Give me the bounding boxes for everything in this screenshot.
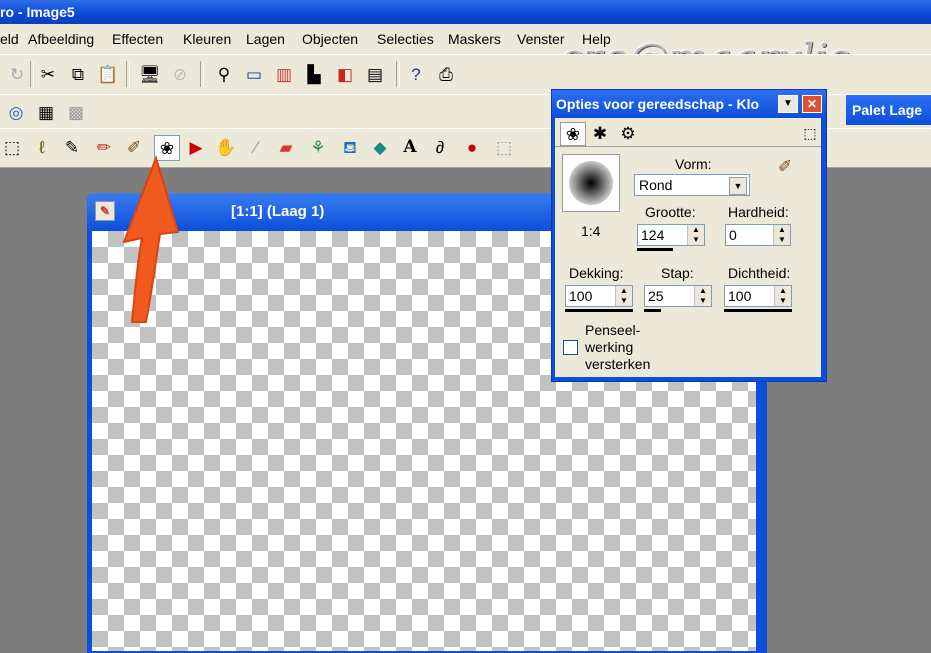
printer-icon[interactable]: ⎙ [434,62,458,86]
layers-icon[interactable]: ◧ [333,62,357,86]
stap-label: Stap: [661,265,694,281]
dekking-spinner[interactable]: ▲ ▼ [615,286,632,306]
dichtheid-slider[interactable] [724,309,792,312]
image-window-title: [1:1] (Laag 1) [231,203,325,220]
tab-sparkle-icon[interactable]: ✱ [588,122,612,144]
menu-beeld[interactable]: eld [0,31,19,47]
ruler-icon[interactable]: ▭ [242,62,266,86]
redo-icon[interactable]: ↻ [5,62,29,86]
penseel-label-line3: versterken [585,356,651,372]
tab-divider [555,146,821,147]
tool-options-dialog: Opties voor gereedschap - Klo ▼ ✕ ❀ ✱ ⚙ … [551,89,827,382]
dichtheid-value: 100 [728,288,752,304]
tab-settings-icon[interactable]: ⚙ [616,122,640,144]
dekking-label: Dekking: [569,265,624,281]
help-pointer-icon[interactable]: ? [404,62,428,86]
lasso-icon[interactable]: ℓ [30,135,54,159]
grootte-value: 124 [641,227,665,243]
chevron-down-icon[interactable]: ▼ [729,177,747,195]
menu-lagen[interactable]: Lagen [246,31,285,47]
tool-options-title: Opties voor gereedschap - Klo [556,96,760,112]
cut-icon[interactable]: ✂ [36,62,60,86]
deform-icon[interactable]: ⬚ [492,135,516,159]
stap-field[interactable]: 25 ▲ ▼ [644,285,712,307]
grootte-field[interactable]: 124 ▲ ▼ [637,224,705,246]
brush-variants-icon[interactable]: ✐ [773,154,797,178]
histogram-icon[interactable]: ▥ [272,62,296,86]
dichtheid-spinner[interactable]: ▲ ▼ [774,286,791,306]
selection-rect-icon[interactable]: ⬚ [0,135,24,159]
grootte-label: Grootte: [645,204,696,220]
vorm-dropdown[interactable]: Rond ▼ [634,174,750,196]
text-icon[interactable]: A [398,135,422,159]
pen-icon[interactable]: ✎ [60,135,84,159]
retouch-icon[interactable]: ✋ [214,135,238,159]
penseel-checkbox[interactable] [563,340,578,355]
hardheid-spinner[interactable]: ▲ ▼ [773,225,790,245]
dekking-value: 100 [569,288,593,304]
tool-options-title-bar[interactable]: Opties voor gereedschap - Klo ▼ ✕ [552,90,826,118]
menu-venster[interactable]: Venster [517,31,564,47]
toolbar-separator [200,61,204,87]
scratch-icon[interactable]: ⁄ [244,135,268,159]
menu-selecties[interactable]: Selecties [377,31,434,47]
menu-afbeelding[interactable]: Afbeelding [28,31,94,47]
app-title-bar[interactable]: ro - Image5 [0,0,931,24]
app-title: ro - Image5 [0,4,75,20]
stap-value: 25 [648,288,664,304]
grid-icon[interactable]: ▩ [64,100,88,124]
toolbar-separator [396,61,400,87]
globe-icon[interactable]: ◎ [4,100,28,124]
penseel-label-line1: Penseel- [585,322,641,338]
hardheid-field[interactable]: 0 ▲ ▼ [725,224,791,246]
menu-objecten[interactable]: Objecten [302,31,358,47]
preset-shapes-icon[interactable]: ● [460,135,484,159]
menu-maskers[interactable]: Maskers [448,31,501,47]
close-button[interactable]: ✕ [802,95,822,113]
layers-tool-icon[interactable]: ▦ [34,100,58,124]
penseel-label-line2: werking [585,339,634,355]
dekking-slider[interactable] [565,309,633,312]
zoom-icon[interactable]: ⚲ [212,62,236,86]
grootte-spinner[interactable]: ▲ ▼ [687,225,704,245]
tab-options-icon[interactable]: ⬚ [799,122,821,144]
preview-ratio: 1:4 [581,223,601,239]
vorm-value: Rond [639,177,673,193]
dekking-field[interactable]: 100 ▲ ▼ [565,285,633,307]
vorm-label: Vorm: [675,156,712,172]
hardheid-label: Hardheid: [728,204,789,220]
palette-layers-tab[interactable]: Palet Lage [846,95,931,125]
eraser-icon[interactable]: ▰ [274,135,298,159]
menu-effecten[interactable]: Effecten [112,31,163,47]
stap-spinner[interactable]: ▲ ▼ [694,286,711,306]
arrow-annotation-icon [122,154,180,323]
flood-fill-icon[interactable]: ⛾ [338,135,362,159]
disabled-icon[interactable]: ⊘ [168,62,192,86]
hardheid-value: 0 [729,227,737,243]
menu-kleuren[interactable]: Kleuren [183,31,231,47]
tab-brush-icon[interactable]: ❀ [560,122,586,146]
window-icon[interactable]: ▤ [363,62,387,86]
monitor-icon[interactable]: 🖥 [138,62,162,86]
brush-preview [562,154,620,212]
palette-icon[interactable]: ▙ [302,62,326,86]
grootte-slider[interactable] [637,248,673,251]
tool-options-body: ❀ ✱ ⚙ ⬚ 1:4 Vorm: Rond ▼ ✐ Grootte: 124 … [555,118,821,377]
paste-icon[interactable]: 📋 [96,62,120,86]
dichtheid-label: Dichtheid: [728,265,791,281]
toolbar-separator [30,61,34,87]
toolbar-separator [126,61,130,87]
copy-icon[interactable]: ⧉ [66,62,90,86]
minimize-button[interactable]: ▼ [778,95,798,113]
color-replacer-icon[interactable]: ◆ [368,135,392,159]
brush-tip-preview [569,161,613,205]
picture-tube-icon[interactable]: ⚘ [306,135,330,159]
draw-icon[interactable]: ∂ [428,135,452,159]
dichtheid-field[interactable]: 100 ▲ ▼ [724,285,792,307]
stap-slider[interactable] [644,309,661,312]
